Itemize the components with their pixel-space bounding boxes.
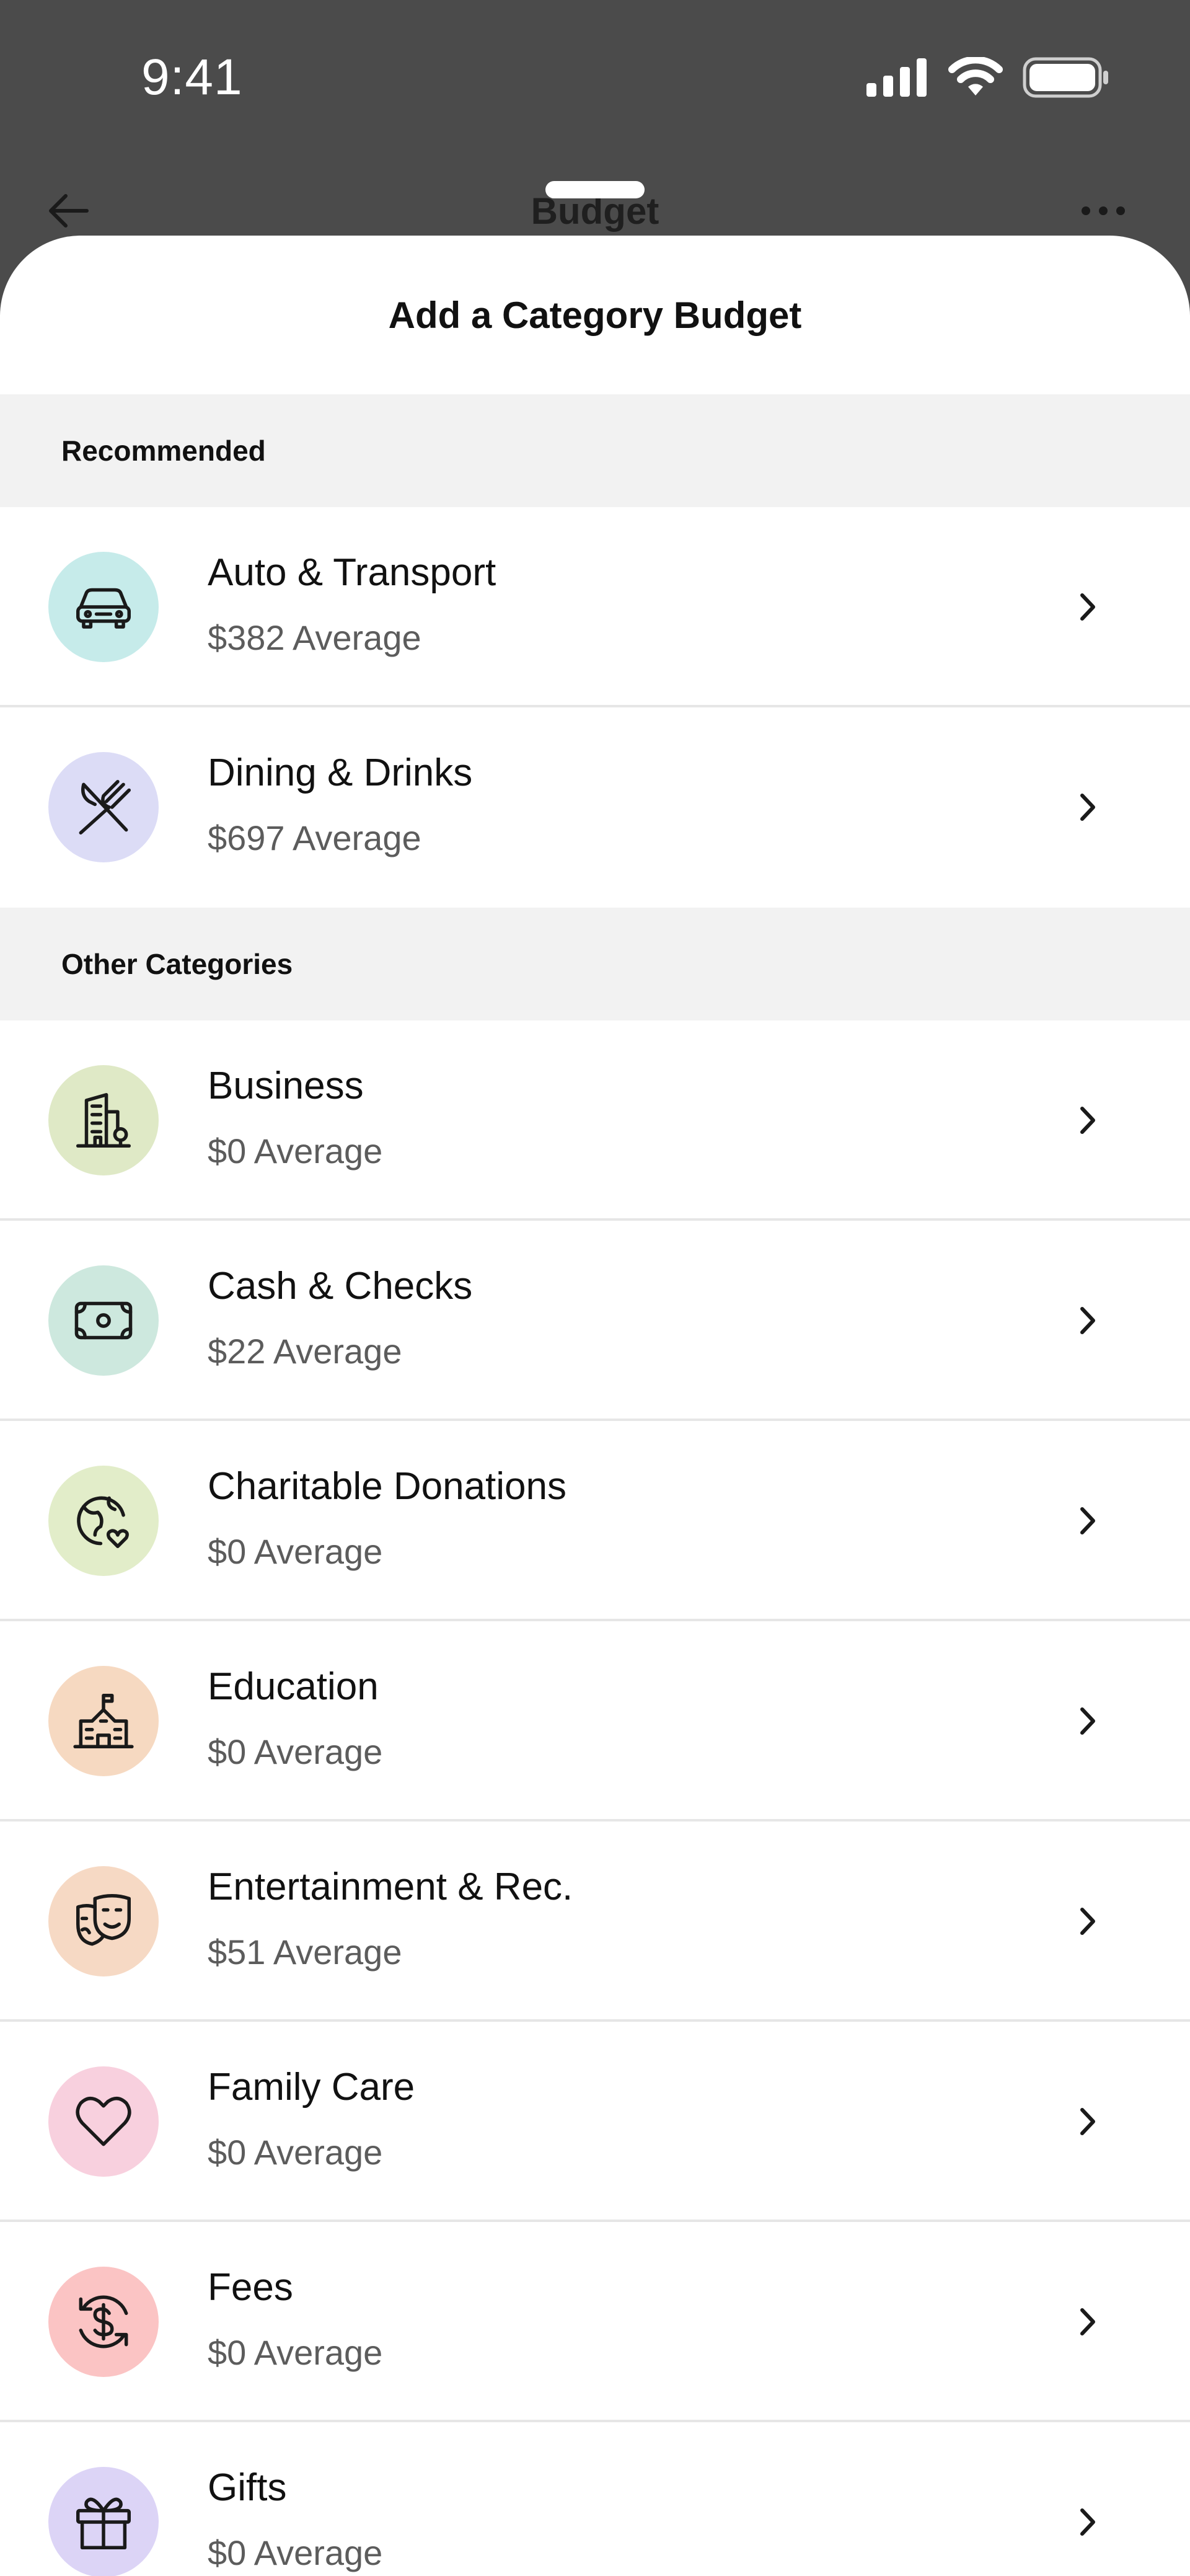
category-average: $22 Average (208, 1332, 402, 1371)
section-header-recommended: Recommended (0, 394, 1190, 507)
list-item[interactable]: Cash & Checks $22 Average (0, 1221, 1190, 1421)
category-average: $0 Average (208, 1732, 383, 1771)
wifi-icon (948, 57, 1003, 95)
category-icon-circle (48, 2066, 159, 2177)
status-time: 9:41 (141, 49, 243, 105)
list-item[interactable]: Education $0 Average (0, 1621, 1190, 1821)
category-icon-circle (48, 1866, 159, 1976)
category-average: $0 Average (208, 2133, 383, 2172)
list-item[interactable]: Auto & Transport $382 Average (0, 507, 1190, 707)
chevron-right-icon (1080, 2108, 1095, 2135)
school-icon (73, 1694, 134, 1748)
list-item[interactable]: Family Care $0 Average (0, 2022, 1190, 2222)
globe-heart-icon (77, 1496, 129, 1548)
category-average: $0 Average (208, 1532, 383, 1571)
category-name: Cash & Checks (208, 1265, 473, 1308)
gift-icon (76, 2497, 131, 2549)
category-average: $0 Average (208, 2533, 383, 2572)
category-sheet: Add a Category Budget Recommended Auto &… (0, 236, 1190, 2576)
chevron-right-icon (1080, 1107, 1095, 1134)
category-icon-circle (48, 1466, 159, 1576)
battery-icon (1023, 57, 1108, 98)
category-name: Auto & Transport (208, 551, 496, 594)
category-list: Recommended Auto & Transport $382 Averag… (0, 394, 1190, 2576)
category-name: Gifts (208, 2466, 287, 2509)
status-bar: 9:41 (0, 0, 1190, 155)
list-item[interactable]: Dining & Drinks $697 Average (0, 707, 1190, 908)
chevron-right-icon (1080, 1507, 1095, 1534)
category-name: Family Care (208, 2066, 415, 2109)
cash-icon (74, 1301, 133, 1340)
list-item[interactable]: Gifts $0 Average (0, 2422, 1190, 2576)
category-name: Business (208, 1064, 364, 1107)
category-name: Charitable Donations (208, 1465, 567, 1508)
status-icons (866, 56, 1109, 99)
section-header-other-categories: Other Categories (0, 908, 1190, 1020)
list-item[interactable]: Entertainment & Rec. $51 Average (0, 1821, 1190, 2022)
list-item[interactable]: Charitable Donations $0 Average (0, 1421, 1190, 1621)
category-icon-circle (48, 2467, 159, 2576)
category-name: Education (208, 1665, 379, 1708)
category-icon-circle (48, 1065, 159, 1175)
category-average: $51 Average (208, 1932, 402, 1972)
chevron-right-icon (1080, 1908, 1095, 1935)
sheet-grabber[interactable] (545, 181, 645, 198)
category-icon-circle (48, 752, 159, 862)
chevron-right-icon (1080, 1707, 1095, 1735)
category-icon-circle (48, 2267, 159, 2377)
theater-masks-icon (76, 1894, 131, 1946)
signal-icon (866, 58, 927, 97)
chevron-right-icon (1080, 2308, 1095, 2335)
chevron-right-icon (1080, 1307, 1095, 1334)
heart-icon (76, 2097, 131, 2146)
category-icon-circle (48, 552, 159, 662)
chevron-right-icon (1080, 593, 1095, 621)
chevron-right-icon (1080, 2508, 1095, 2536)
list-item[interactable]: Fees $0 Average (0, 2222, 1190, 2422)
category-average: $697 Average (208, 818, 421, 857)
category-average: $0 Average (208, 2333, 383, 2372)
category-icon-circle (48, 1265, 159, 1376)
car-icon (76, 588, 131, 629)
sheet-title: Add a Category Budget (388, 294, 802, 336)
chevron-right-icon (1080, 794, 1095, 821)
category-icon-circle (48, 1666, 159, 1776)
list-item[interactable]: Business $0 Average (0, 1020, 1190, 1221)
utensils-icon (79, 780, 131, 834)
more-options-icon[interactable] (1078, 205, 1128, 217)
category-name: Entertainment & Rec. (208, 1866, 573, 1908)
category-name: Dining & Drinks (208, 751, 473, 794)
building-icon (76, 1093, 131, 1148)
screen: 9:41 Budget Add a Category Budget Recomm… (0, 0, 1190, 2576)
category-average: $382 Average (208, 618, 421, 657)
fee-dollar-icon (79, 2295, 128, 2348)
category-name: Fees (208, 2266, 293, 2309)
category-average: $0 Average (208, 1131, 383, 1171)
